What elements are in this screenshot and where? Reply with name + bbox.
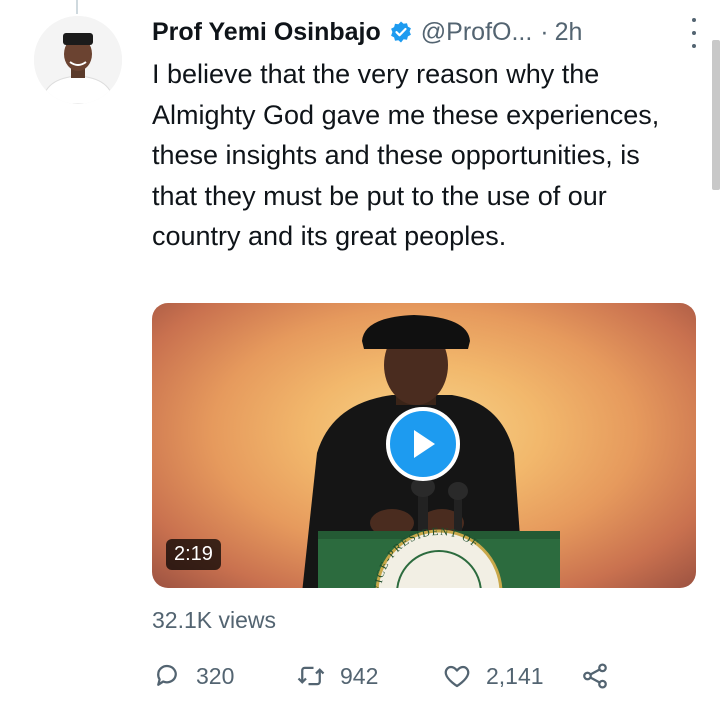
scrollbar[interactable] (712, 40, 720, 190)
share-icon (580, 661, 610, 691)
reply-icon (152, 661, 182, 691)
tweet-header: Prof Yemi Osinbajo @ProfO... · 2h (152, 14, 696, 50)
view-count[interactable]: 32.1K views (152, 607, 276, 634)
tweet-timestamp[interactable]: 2h (555, 18, 583, 47)
retweet-count: 942 (340, 662, 379, 689)
video-duration: 2:19 (166, 539, 221, 570)
reply-count: 320 (196, 662, 235, 689)
thread-connector-line (76, 0, 78, 14)
avatar-image (34, 16, 122, 104)
reply-button[interactable]: 320 (152, 661, 262, 691)
retweet-button[interactable]: 942 (296, 661, 406, 691)
author-name[interactable]: Prof Yemi Osinbajo (152, 18, 381, 47)
like-count: 2,141 (486, 662, 544, 689)
play-button[interactable] (386, 407, 460, 481)
verified-badge-icon (389, 20, 413, 44)
share-button[interactable] (580, 661, 624, 691)
retweet-icon (296, 661, 326, 691)
like-button[interactable]: 2,141 (442, 661, 550, 691)
author-handle[interactable]: @ProfO... (421, 18, 533, 47)
tweet-actions: 320 942 2,141 (152, 656, 624, 696)
more-options-icon[interactable] (684, 18, 704, 48)
video-player[interactable]: VICE-PRESIDENT OF 2:19 (152, 303, 696, 588)
header-separator: · (540, 17, 549, 46)
play-icon (414, 430, 435, 458)
tweet-text: I believe that the very reason why the A… (152, 59, 660, 251)
avatar[interactable] (34, 16, 122, 104)
heart-icon (442, 661, 472, 691)
